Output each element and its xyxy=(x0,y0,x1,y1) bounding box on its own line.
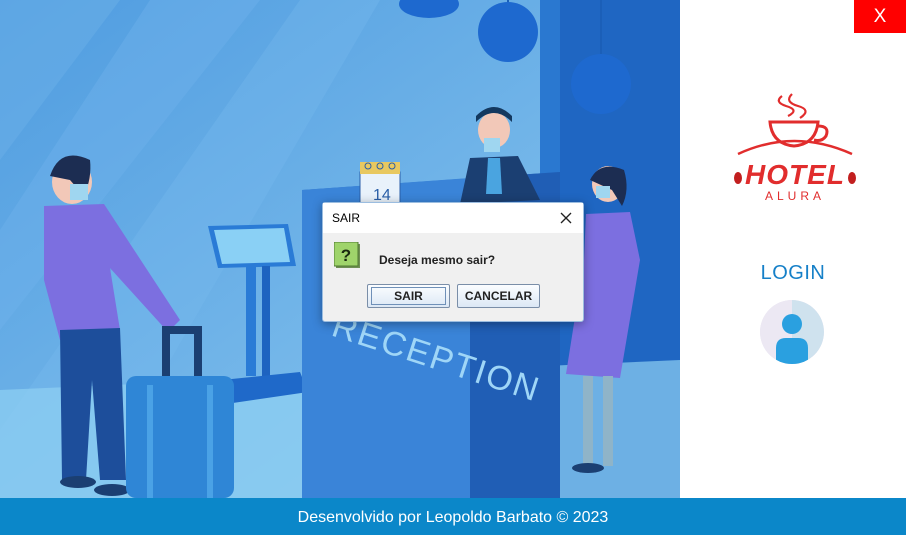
cancel-button[interactable]: CANCELAR xyxy=(457,284,540,308)
confirm-exit-button[interactable]: SAIR xyxy=(367,284,450,308)
close-button[interactable]: X xyxy=(854,0,906,33)
dialog-titlebar[interactable]: SAIR xyxy=(323,203,583,233)
logo-word-alura: ALURA xyxy=(765,189,825,203)
dialog-close-icon[interactable] xyxy=(555,207,577,229)
question-icon: ? xyxy=(333,241,361,269)
logo-word-hotel: HOTEL xyxy=(745,159,845,190)
login-panel: X HOTEL ALURA LOGIN xyxy=(680,0,906,498)
user-icon[interactable] xyxy=(760,300,824,364)
logo-cup-icon: HOTEL ALURA xyxy=(734,93,856,203)
dialog-message: Deseja mesmo sair? xyxy=(379,253,496,267)
login-label[interactable]: LOGIN xyxy=(680,262,906,285)
footer: Desenvolvido por Leopoldo Barbato © 2023 xyxy=(0,498,906,535)
svg-text:?: ? xyxy=(341,246,351,265)
dialog-title: SAIR xyxy=(332,211,361,225)
hotel-alura-logo: HOTEL ALURA xyxy=(730,92,860,207)
confirm-exit-label: SAIR xyxy=(371,287,446,305)
footer-credit: Desenvolvido por Leopoldo Barbato © 2023 xyxy=(297,509,609,526)
exit-confirm-dialog: SAIR ? Deseja mesmo sair? SAIR CANCELAR xyxy=(322,202,584,322)
